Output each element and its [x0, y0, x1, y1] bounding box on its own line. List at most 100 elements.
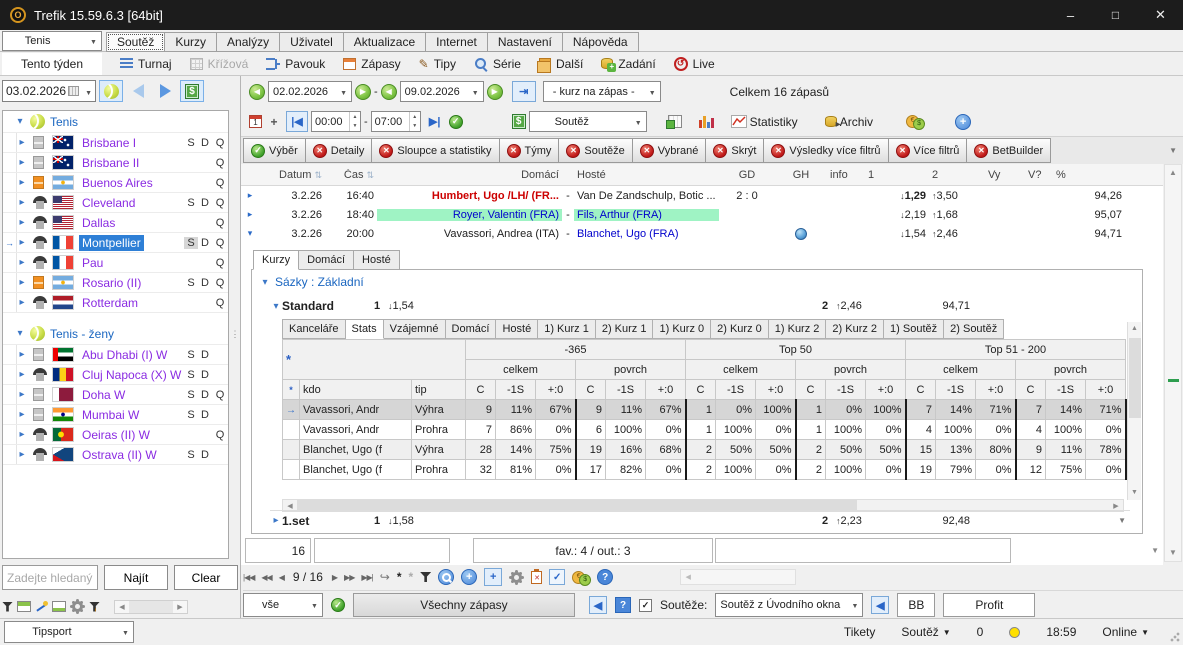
match-row[interactable]: ▸3.2.2616:40Humbert, Ugo /LH/ (FR...-Van…: [241, 186, 1163, 205]
resize-grip[interactable]: [1170, 632, 1180, 642]
arrow-down-icon[interactable]: ▼: [1128, 486, 1141, 500]
all-matches-button[interactable]: Všechny zápasy: [353, 593, 575, 617]
prev-page-button[interactable]: ◀◀: [261, 573, 271, 582]
arrow-right-icon[interactable]: ▶: [173, 603, 187, 611]
arrow-up-icon[interactable]: ▲: [1165, 165, 1181, 181]
archiv-button[interactable]: Archiv: [840, 115, 873, 129]
toolbar-button-turnaj[interactable]: Turnaj: [114, 53, 178, 75]
column-header-vy[interactable]: Vy: [985, 169, 1025, 181]
close-button[interactable]: [1138, 0, 1183, 30]
sidebar-item-abu-dhabi-i-w[interactable]: ▸Abu Dhabi (I) WSD: [3, 345, 228, 365]
filter-button-v-b-r[interactable]: Výběr: [243, 138, 306, 163]
next-page-button[interactable]: ▶▶: [344, 573, 354, 582]
chevron-down-icon[interactable]: ▼: [970, 516, 1130, 525]
next-arrow-button[interactable]: [153, 80, 177, 102]
chevron-down-icon[interactable]: ▼: [1169, 146, 1177, 155]
filter-button-skr-t[interactable]: Skrýt: [706, 138, 764, 163]
range-to-prev-button[interactable]: [381, 84, 397, 100]
refresh-icon[interactable]: [380, 570, 390, 584]
empty-field-2[interactable]: [715, 538, 1011, 563]
last-record-button[interactable]: ▶▶|: [361, 573, 372, 582]
spinner-up-icon[interactable]: ▲: [350, 112, 360, 122]
scrollbar-thumb[interactable]: [1129, 338, 1141, 418]
check-box-icon[interactable]: [549, 569, 565, 585]
help-box-icon[interactable]: [615, 597, 631, 613]
filter-button-v-ce-filtr[interactable]: Více filtrů: [889, 138, 968, 163]
tree-section-tenis[interactable]: ▾Tenis: [3, 111, 228, 133]
column-header-datum[interactable]: Datum⇅: [259, 169, 325, 181]
sidebar-item-cleveland[interactable]: ▸ClevelandSDQ: [3, 193, 228, 213]
date-to-select[interactable]: 09.02.2026: [400, 81, 484, 102]
stats-row[interactable]: Vavassori, AndrProhra786%0%6100%0%1100%0…: [283, 420, 1126, 440]
first-record-button[interactable]: |◀◀: [243, 573, 254, 582]
tab-n-pov-da[interactable]: Nápověda: [563, 32, 639, 52]
soutez-filter-select[interactable]: Soutěž z Úvodního okna: [715, 593, 863, 617]
date-from-select[interactable]: 02.02.2026: [268, 81, 352, 102]
line-chart-icon[interactable]: [731, 115, 747, 128]
sidebar-item-doha-w[interactable]: ▸Doha WSDQ: [3, 385, 228, 405]
clear-button[interactable]: Clear: [174, 565, 238, 590]
clipboard-icon[interactable]: [531, 571, 542, 584]
match-row[interactable]: ▾3.2.2620:00Vavassori, Andrea (ITA)-Blan…: [241, 224, 1163, 243]
sidebar-item-ostrava-ii-w[interactable]: ▸Ostrava (II) WSD: [3, 445, 228, 465]
range-to-next-button[interactable]: [487, 84, 503, 100]
column-header-info[interactable]: info: [827, 169, 865, 181]
period-label[interactable]: Tento týden: [2, 53, 102, 75]
expand-icon[interactable]: ▸: [241, 209, 259, 220]
sidebar-hscrollbar[interactable]: ◀▶: [114, 600, 188, 614]
arrow-back-icon[interactable]: ◀: [589, 596, 607, 614]
arrow-right-icon[interactable]: ▶: [1109, 502, 1123, 510]
stats-tab-kancel-e[interactable]: Kanceláře: [282, 319, 346, 339]
gear-icon[interactable]: [72, 601, 83, 612]
sidebar-item-brisbane-ii[interactable]: ▸Brisbane IIQ: [3, 153, 228, 173]
stats-tab-2-sout[interactable]: 2) Soutěž: [944, 319, 1004, 339]
bar-chart-icon[interactable]: [699, 115, 714, 128]
time-from-stepper[interactable]: 00:00▲▼: [311, 111, 361, 132]
online-status-dropdown[interactable]: Online▼: [1102, 625, 1149, 639]
find-button[interactable]: Najít: [104, 565, 168, 590]
filter-badge-icon[interactable]: [89, 602, 100, 612]
add-circle-icon[interactable]: [955, 114, 971, 130]
soutez-select[interactable]: Soutěž: [529, 111, 647, 132]
range-from-prev-button[interactable]: [249, 84, 265, 100]
toolbar-button-k-ov[interactable]: Křížová: [184, 53, 255, 75]
filter-button-t-my[interactable]: Týmy: [500, 138, 560, 163]
tennis-filter-button[interactable]: [99, 80, 123, 102]
column-header-dom-c[interactable]: Domácí: [377, 169, 562, 181]
column-header-host[interactable]: Hosté: [574, 169, 719, 181]
confirm-time-button[interactable]: [449, 115, 463, 129]
toolbar-button-s-rie[interactable]: Série: [468, 53, 527, 75]
arrow-back-icon[interactable]: ◀: [871, 596, 889, 614]
sidebar-item-mumbai-w[interactable]: ▸Mumbai WSD: [3, 405, 228, 425]
column-header-2[interactable]: 2: [929, 169, 985, 181]
set1-odds-row[interactable]: ▸ 1.set 1 ↓1,58 2 ↑2,23 92,48 ▼: [270, 510, 1130, 530]
standard-odds-row[interactable]: ▾ Standard 1 ↓1,54 2 ↑2,46 94,71: [270, 296, 1120, 316]
detail-vscrollbar[interactable]: ▲ ▼: [1127, 322, 1141, 500]
column-header-gh[interactable]: GH: [775, 169, 827, 181]
expand-icon[interactable]: ▾: [241, 228, 259, 239]
count-field[interactable]: 16: [245, 538, 311, 563]
stats-tab-host[interactable]: Hosté: [496, 319, 538, 339]
money-filter-button[interactable]: [180, 80, 204, 102]
match-row[interactable]: ▸3.2.2618:40Royer, Valentin (FRA)-Fils, …: [241, 205, 1163, 224]
spinner-up-icon[interactable]: ▲: [410, 112, 420, 122]
detail-tab-dom-c[interactable]: Domácí: [299, 250, 354, 270]
bookmark-icon[interactable]: [397, 570, 402, 584]
filter-button-betbuilder[interactable]: BetBuilder: [967, 138, 1051, 163]
main-vscrollbar[interactable]: ▲ ▼: [1164, 164, 1182, 562]
next-record-button[interactable]: ▶: [332, 573, 337, 582]
sidebar-item-rosario-ii[interactable]: ▸Rosario (II)SDQ: [3, 273, 228, 293]
stats-tab-2-kurz-1[interactable]: 2) Kurz 1: [596, 319, 654, 339]
sport-select[interactable]: Tenis: [2, 31, 102, 51]
toolbar-button-z-pasy[interactable]: Zápasy: [337, 53, 406, 75]
table-export-icon[interactable]: [668, 115, 682, 128]
stats-tab-vz-jemn[interactable]: Vzájemné: [384, 319, 446, 339]
archive-icon[interactable]: [825, 116, 837, 127]
soutez-checkbox[interactable]: [639, 599, 652, 612]
sidebar-item-cluj-napoca-x-w[interactable]: ▸Cluj Napoca (X) WSD: [3, 365, 228, 385]
magic-wand-icon[interactable]: [35, 601, 48, 613]
bb-button[interactable]: BB: [897, 593, 935, 617]
statistiky-button[interactable]: Statistiky: [750, 115, 798, 129]
chevron-down-icon[interactable]: ▼: [1151, 546, 1159, 555]
sidebar-item-brisbane-i[interactable]: ▸Brisbane ISDQ: [3, 133, 228, 153]
